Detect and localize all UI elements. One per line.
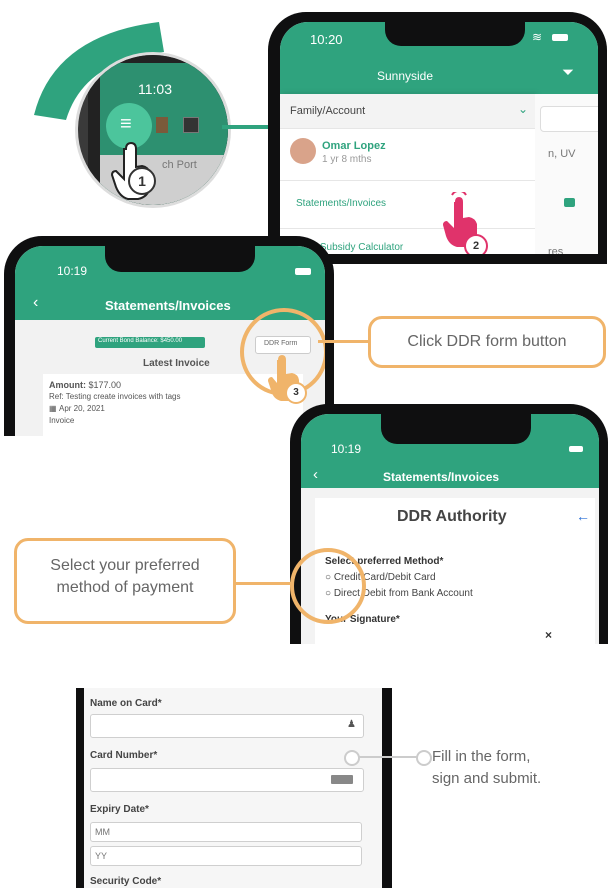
pointer-dot — [344, 750, 360, 766]
child-name: Omar Lopez — [322, 140, 386, 152]
pointer-dot — [416, 750, 432, 766]
name-on-card-input[interactable]: ♟ — [90, 714, 364, 738]
callout-payment: Select your preferred method of payment — [14, 538, 236, 624]
name-on-card-label: Name on Card* — [90, 698, 162, 709]
phone-2: 10:19 ‹ Statements/Invoices Current Bond… — [4, 236, 334, 436]
phone1-time: 10:20 — [310, 32, 343, 47]
step3-number-badge: 3 — [285, 382, 307, 404]
battery-icon — [569, 446, 583, 452]
phone-4: Name on Card* ♟ Card Number* Expiry Date… — [76, 688, 392, 888]
expiry-label: Expiry Date* — [90, 804, 149, 815]
chevron-down-icon: ⌄ — [518, 102, 529, 116]
fill-form-note: Fill in the form, sign and submit. — [432, 748, 542, 787]
hamburger-icon: ≡ — [120, 113, 132, 135]
back-arrow-icon[interactable]: ← — [576, 508, 590, 524]
filter-icon[interactable]: ⏷ — [562, 64, 574, 81]
avatar — [290, 138, 316, 164]
clear-signature-icon[interactable]: × — [545, 628, 552, 642]
calendar-icon: ▦ — [49, 404, 57, 413]
card-icon — [331, 775, 353, 784]
phone2-title: Statements/Invoices — [105, 298, 231, 313]
child-age: 1 yr 8 mths — [322, 154, 372, 165]
step1-number-badge: 1 — [128, 167, 156, 195]
battery-icon — [295, 268, 311, 275]
person-icon: ♟ — [347, 719, 356, 730]
battery-icon — [552, 34, 568, 41]
step1-zoom: 11:03 ≡ ch Port 1 — [75, 52, 231, 208]
child-profile-row[interactable]: Omar Lopez 1 yr 8 mths — [280, 128, 535, 181]
lock-icon — [564, 198, 575, 207]
phone3-time: 10:19 — [331, 442, 362, 456]
phone2-time: 10:19 — [57, 264, 88, 278]
ddr-heading: DDR Authority — [397, 508, 507, 525]
back-arrow-icon[interactable]: ‹ — [33, 294, 38, 312]
expiry-month-input[interactable] — [90, 822, 362, 842]
back-arrow-icon[interactable]: ‹ — [313, 466, 318, 483]
step2-number-badge: 2 — [464, 234, 488, 254]
latest-invoice-heading: Latest Invoice — [143, 358, 210, 369]
step1-time: 11:03 — [138, 81, 172, 97]
phone-1: 10:20 ≋ Sunnyside ⏷ Family/Account ⌄ Oma… — [268, 12, 607, 264]
step1-bg-text: ch Port — [162, 159, 197, 171]
highlight-ring — [290, 548, 366, 624]
phone1-title: Sunnyside — [376, 69, 434, 83]
callout-ddr: Click DDR form button — [368, 316, 606, 368]
expiry-year-input[interactable] — [90, 846, 362, 866]
card-number-label: Card Number* — [90, 750, 158, 761]
security-code-label: Security Code* — [90, 876, 162, 887]
card-number-input[interactable] — [90, 768, 364, 792]
family-account-dropdown[interactable]: Family/Account ⌄ — [280, 94, 535, 129]
phone3-title: Statements/Invoices — [383, 470, 500, 484]
wifi-icon: ≋ — [532, 30, 543, 44]
menu-item-statements[interactable]: Statements/Invoices — [280, 180, 535, 229]
bond-balance-badge: Current Bond Balance: $450.00 — [95, 337, 205, 348]
